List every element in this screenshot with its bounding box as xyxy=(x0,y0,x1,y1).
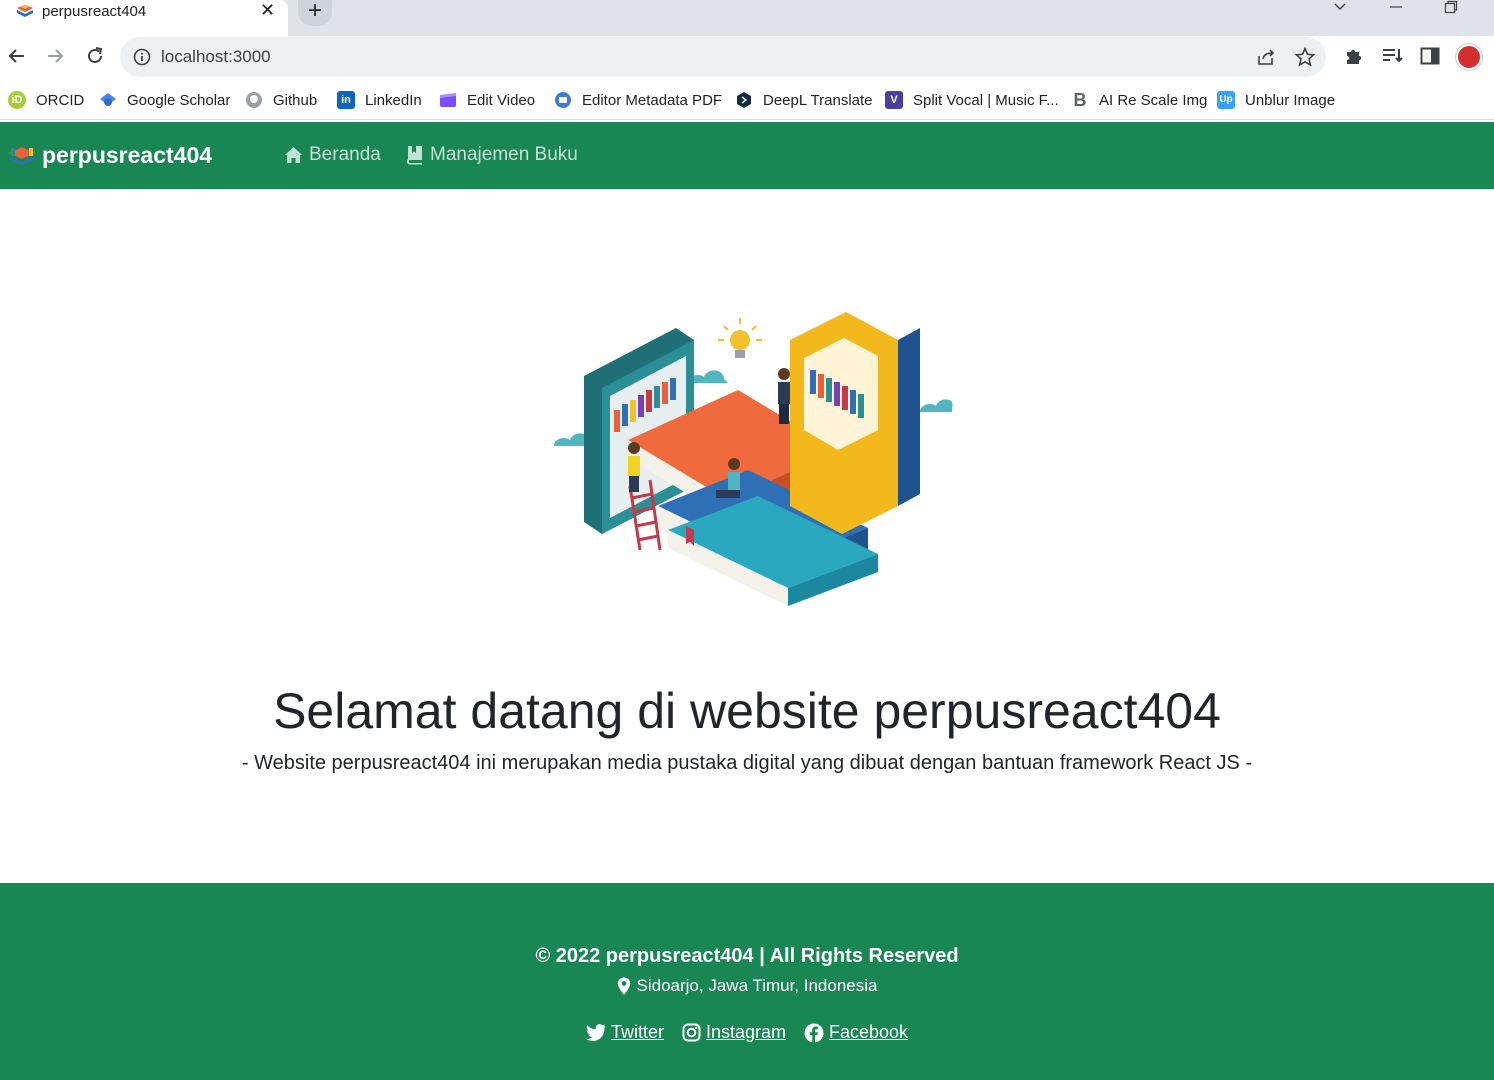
bookmark-label: ORCID xyxy=(36,91,85,109)
bookmark-label: Editor Metadata PDF xyxy=(582,91,723,109)
browser-tab[interactable]: perpusreact404 ✕ xyxy=(0,0,288,36)
library-illustration xyxy=(554,312,953,606)
bookmark-label: DeepL Translate xyxy=(763,91,873,109)
instagram-icon xyxy=(682,1023,701,1042)
bookmark-linkedin[interactable]: in LinkedIn xyxy=(337,89,422,111)
bookmark-label: Unblur Image xyxy=(1245,91,1336,109)
side-panel-icon[interactable] xyxy=(1418,44,1442,68)
location: Sidoarjo, Jawa Timur, Indonesia xyxy=(0,976,1494,996)
location-text: Sidoarjo, Jawa Timur, Indonesia xyxy=(636,976,878,995)
bookmark-label: LinkedIn xyxy=(365,91,422,109)
bookmark-ai-rescale[interactable]: B AI Re Scale Img xyxy=(1071,89,1207,111)
restore-icon[interactable] xyxy=(1444,0,1458,17)
reading-list-icon[interactable] xyxy=(1380,44,1404,68)
address-bar[interactable]: localhost:3000 xyxy=(120,37,1326,77)
github-icon xyxy=(246,92,262,108)
browser-tab-bar: perpusreact404 ✕ + xyxy=(0,0,1494,36)
new-tab-button[interactable]: + xyxy=(298,0,332,26)
bookmark-github[interactable]: Github xyxy=(245,89,317,111)
bookmark-split-vocal[interactable]: V Split Vocal | Music F... xyxy=(885,89,1059,111)
hero-subtitle: - Website perpusreact404 ini merupakan m… xyxy=(241,752,1253,774)
ai-rescale-icon: B xyxy=(1071,91,1089,109)
nav-link-label: Beranda xyxy=(309,144,381,165)
nav-link-label: Manajemen Buku xyxy=(430,144,578,165)
book-icon xyxy=(407,146,422,165)
bookmark-editor-metadata-pdf[interactable]: Editor Metadata PDF xyxy=(554,89,722,111)
bookmarks-bar: iD ORCID Google Scholar Github in Linked… xyxy=(0,80,1494,120)
map-pin-icon xyxy=(617,977,630,995)
tab-search-icon[interactable] xyxy=(1333,0,1347,17)
linkedin-icon: in xyxy=(337,91,355,109)
url-text: localhost:3000 xyxy=(161,47,271,66)
bookmark-star-icon[interactable] xyxy=(1294,46,1316,68)
extensions-icon[interactable] xyxy=(1342,44,1366,68)
library-logo-icon xyxy=(9,146,35,165)
minimize-icon[interactable] xyxy=(1389,0,1403,17)
split-vocal-icon: V xyxy=(885,91,903,109)
social-label: Instagram xyxy=(705,1022,786,1042)
social-label: Twitter xyxy=(610,1022,664,1042)
bookmark-unblur-image[interactable]: Up Unblur Image xyxy=(1217,89,1335,111)
browser-toolbar: localhost:3000 xyxy=(0,36,1494,80)
orcid-icon: iD xyxy=(8,91,26,109)
social-label: Facebook xyxy=(829,1022,909,1042)
nav-link-manajemen-buku[interactable]: Manajemen Buku xyxy=(406,144,578,166)
forward-arrow-icon[interactable] xyxy=(44,44,66,68)
twitter-icon xyxy=(585,1024,606,1041)
bookmark-label: AI Re Scale Img xyxy=(1099,91,1208,109)
back-arrow-icon[interactable] xyxy=(6,44,28,68)
hero-title: Selamat datang di website perpusreact404 xyxy=(273,683,1221,739)
bookmark-google-scholar[interactable]: Google Scholar xyxy=(99,89,230,111)
instagram-link[interactable]: Instagram xyxy=(682,1022,786,1043)
profile-avatar[interactable] xyxy=(1456,44,1482,70)
home-icon xyxy=(285,147,302,163)
reload-icon[interactable] xyxy=(84,44,106,68)
site-info-icon[interactable] xyxy=(132,47,152,67)
book-favicon-icon xyxy=(17,5,33,17)
copyright-text: © 2022 perpusreact404 | All Rights Reser… xyxy=(535,945,959,967)
twitter-link[interactable]: Twitter xyxy=(585,1022,664,1043)
unblur-icon: Up xyxy=(1217,91,1235,109)
edit-video-icon xyxy=(440,93,456,107)
facebook-link[interactable]: Facebook xyxy=(804,1022,908,1043)
navbar-brand[interactable]: perpusreact404 xyxy=(8,142,212,169)
bookmark-orcid[interactable]: iD ORCID xyxy=(8,89,84,111)
bookmark-label: Edit Video xyxy=(467,91,536,109)
google-scholar-icon xyxy=(100,93,116,106)
brand-name: perpusreact404 xyxy=(42,142,213,168)
tab-close-button[interactable]: ✕ xyxy=(260,0,275,21)
bookmark-deepl[interactable]: DeepL Translate xyxy=(735,89,873,111)
editor-metadata-icon xyxy=(555,92,571,108)
tab-title: perpusreact404 xyxy=(42,3,147,20)
deepl-icon xyxy=(737,92,751,108)
bookmark-label: Split Vocal | Music F... xyxy=(913,91,1059,109)
bookmark-edit-video[interactable]: Edit Video xyxy=(439,89,535,111)
footer: © 2022 perpusreact404 | All Rights Reser… xyxy=(0,883,1494,1080)
social-links: Twitter Instagram Facebook xyxy=(0,1022,1494,1043)
bookmark-label: Google Scholar xyxy=(127,91,231,109)
bookmark-label: Github xyxy=(273,91,318,109)
nav-link-beranda[interactable]: Beranda xyxy=(284,144,381,166)
facebook-icon xyxy=(804,1023,824,1042)
share-icon[interactable] xyxy=(1255,46,1277,68)
app-navbar: perpusreact404 Beranda Manajemen Buku xyxy=(0,122,1494,189)
